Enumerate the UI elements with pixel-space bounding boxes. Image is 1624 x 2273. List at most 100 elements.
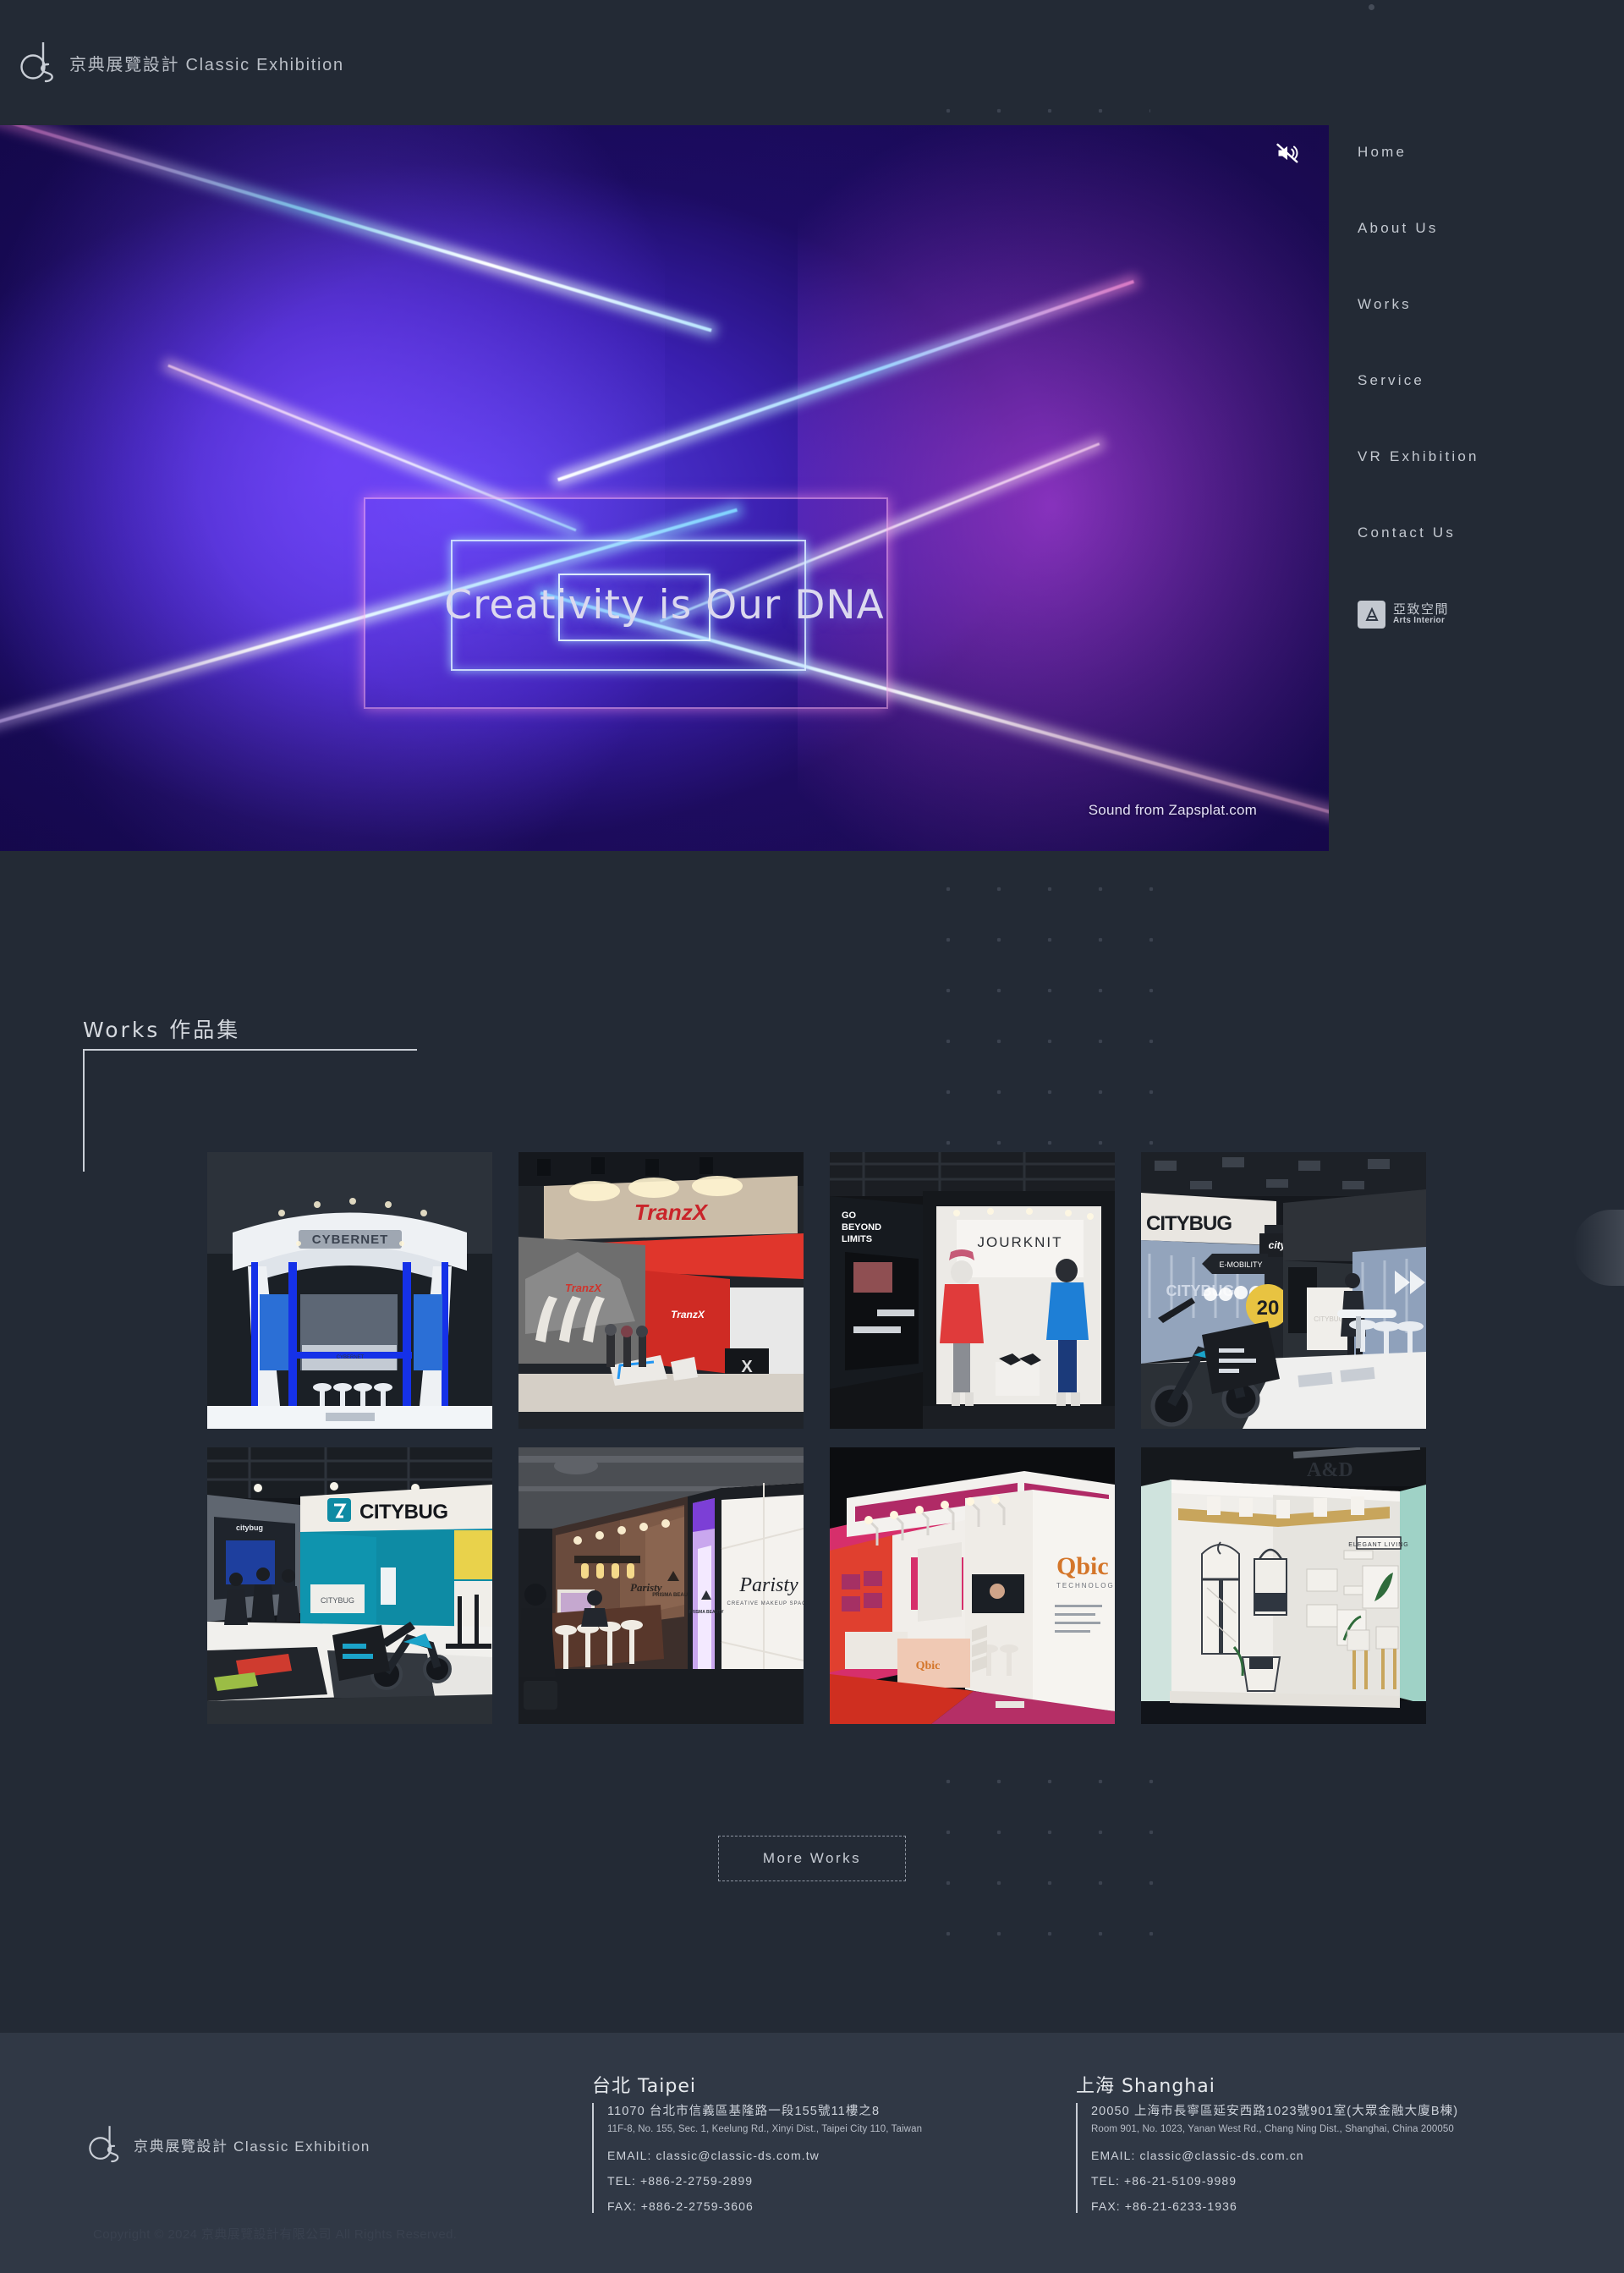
svg-text:X: X (741, 1358, 753, 1376)
work-thumbnail-go-beyond-limits: GO BEYOND LIMITS JOURKNIT (830, 1152, 1115, 1429)
office-shanghai-fax: FAX: +86-21-6233-1936 (1091, 2199, 1237, 2214)
svg-text:ELEGANT LIVING: ELEGANT LIVING (1348, 1542, 1408, 1548)
work-thumbnail-ad-elegant-living: A&D ELEGANT LIVING (1141, 1447, 1426, 1724)
office-shanghai: 上海 Shanghai 20050 上海市長寧區延安西路1023號901室(大眾… (1076, 2071, 1459, 2214)
hero-tagline: Creativity is Our DNA (444, 582, 885, 629)
partner-name-en: Arts Interior (1393, 616, 1446, 626)
nav-item-contact-us[interactable]: Contact Us (1358, 524, 1624, 541)
svg-text:TranzX: TranzX (634, 1200, 709, 1225)
nav-item-vr-exhibition[interactable]: VR Exhibition (1358, 448, 1624, 465)
hero-video-banner[interactable]: Creativity is Our DNA Sound from Zapspla… (0, 125, 1329, 851)
work-thumbnail-qbic-technology: Qbic TECHNOLOGY Qbic (830, 1447, 1115, 1724)
svg-text:E-MOBILITY: E-MOBILITY (1219, 1260, 1262, 1269)
hero-vignette (0, 125, 1329, 851)
copyright-text: Copyright © 2024 京典展覽設計有限公司 All Rights R… (93, 2227, 458, 2242)
svg-text:Qbic: Qbic (1056, 1552, 1109, 1580)
work-thumbnail-tranzx: TranzX TranzX TranzX X (518, 1152, 804, 1429)
scroll-indicator-dot (1369, 4, 1374, 10)
svg-text:CITYBUG: CITYBUG (321, 1596, 354, 1605)
svg-text:CREATIVE MAKEUP SPACE: CREATIVE MAKEUP SPACE (727, 1601, 804, 1606)
svg-text:PRISMA BEAUTY: PRISMA BEAUTY (689, 1610, 724, 1615)
works-rule-vertical (83, 1049, 85, 1172)
svg-text:20: 20 (1257, 1297, 1280, 1320)
floor-basket (1241, 1656, 1281, 1692)
more-works-button[interactable]: More Works (717, 1836, 907, 1881)
site-brand-text: 京典展覽設計 Classic Exhibition (69, 55, 344, 74)
office-shanghai-address-en: Room 901, No. 1023, Yanan West Rd., Chan… (1091, 2123, 1454, 2134)
svg-text:CITYBUG: CITYBUG (1146, 1212, 1232, 1235)
nav-item-about-us[interactable]: About Us (1358, 220, 1624, 237)
svg-text:Paristy: Paristy (738, 1574, 798, 1596)
office-taipei: 台北 Taipei 11070 台北市信義區基隆路一段155號11樓之8 11F… (592, 2071, 923, 2214)
footer-logo-link[interactable]: 京典展覽設計 Classic Exhibition (89, 2124, 370, 2165)
speaker-muted-icon[interactable] (1272, 138, 1303, 168)
office-shanghai-tel: TEL: +86-21-5109-9989 (1091, 2174, 1237, 2188)
works-grid: CYBERNET CYBERNET TranzX TranzX TranzX X… (207, 1152, 1426, 1724)
office-shanghai-name: 上海 Shanghai (1076, 2076, 1215, 2097)
works-rule-horizontal (83, 1049, 417, 1051)
works-section-title: Works 作品集 (83, 1018, 241, 1042)
wall-tote (1254, 1548, 1287, 1616)
work-card-ad-elegant-living[interactable]: A&D ELEGANT LIVING (1141, 1447, 1426, 1724)
nav-item-service[interactable]: Service (1358, 372, 1624, 389)
svg-text:TECHNOLOGY: TECHNOLOGY (1056, 1582, 1115, 1589)
svg-text:Qbic: Qbic (916, 1660, 941, 1672)
work-card-tranzx[interactable]: TranzX TranzX TranzX X (518, 1152, 804, 1429)
work-card-paristy[interactable]: Paristy PRISMA BEAUTY Paristy CREATIVE M… (518, 1447, 804, 1724)
office-shanghai-body: 20050 上海市長寧區延安西路1023號901室(大眾金融大廈B棟) Room… (1076, 2103, 1459, 2214)
partner-name-cn: 亞致空間 (1393, 602, 1450, 618)
svg-text:CYBERNET: CYBERNET (312, 1233, 389, 1247)
work-thumbnail-paristy: Paristy PRISMA BEAUTY Paristy CREATIVE M… (518, 1447, 804, 1724)
dot-grid-decoration-middle (918, 859, 1159, 1167)
office-taipei-fax: FAX: +886-2-2759-3606 (607, 2199, 754, 2214)
page-root: 京典展覽設計 Classic Exhibition Creativity is … (0, 0, 1624, 2273)
work-thumbnail-citybug-emobility: CITYBUG CITYBUG citybug E-MOBILITY (1141, 1152, 1426, 1429)
svg-text:CITYBUG: CITYBUG (359, 1501, 448, 1524)
arts-interior-glyph (1364, 607, 1379, 621)
svg-text:TranzX: TranzX (671, 1309, 705, 1320)
footer-brand-text: 京典展覽設計 Classic Exhibition (134, 2138, 370, 2155)
office-shanghai-email[interactable]: EMAIL: classic@classic-ds.com.cn (1091, 2149, 1458, 2162)
nav-item-home[interactable]: Home (1358, 144, 1624, 161)
office-taipei-address-en: 11F-8, No. 155, Sec. 1, Keelung Rd., Xin… (607, 2123, 923, 2134)
corner-glow-decoration (1573, 1210, 1624, 1286)
arts-interior-logo-icon (1358, 601, 1385, 629)
more-works-wrap: More Works (0, 1836, 1624, 1881)
work-card-cybernet[interactable]: CYBERNET CYBERNET (207, 1152, 492, 1429)
site-logo-link[interactable]: 京典展覽設計 Classic Exhibition (20, 41, 344, 85)
office-taipei-body: 11070 台北市信義區基隆路一段155號11樓之8 11F-8, No. 15… (592, 2103, 923, 2214)
work-card-qbic-technology[interactable]: Qbic TECHNOLOGY Qbic (830, 1447, 1115, 1724)
primary-navigation: Home About Us Works Service VR Exhibitio… (1358, 144, 1624, 629)
office-shanghai-address-cn: 20050 上海市長寧區延安西路1023號901室(大眾金融大廈B棟) (1091, 2105, 1459, 2118)
hero-background (0, 125, 1329, 851)
svg-text:GO: GO (842, 1211, 857, 1221)
work-card-citybug-emobility[interactable]: CITYBUG CITYBUG citybug E-MOBILITY (1141, 1152, 1426, 1429)
office-taipei-name: 台北 Taipei (592, 2076, 696, 2097)
office-taipei-tel: TEL: +886-2-2759-2899 (607, 2174, 754, 2188)
partner-link-arts-interior[interactable]: 亞致空間 Arts Interior (1358, 601, 1624, 629)
svg-text:BEYOND: BEYOND (842, 1222, 881, 1233)
wall-garment-bag (1201, 1541, 1240, 1655)
svg-text:citybug: citybug (236, 1524, 263, 1532)
nav-item-works[interactable]: Works (1358, 296, 1624, 313)
hero-sound-credit: Sound from Zapsplat.com (1088, 802, 1257, 818)
work-card-citybug-teal[interactable]: citybug CITYBUG CITYBUG (207, 1447, 492, 1724)
svg-text:A&D: A&D (1307, 1459, 1353, 1481)
svg-text:JOURKNIT: JOURKNIT (978, 1234, 1063, 1250)
work-thumbnail-cybernet: CYBERNET CYBERNET (207, 1152, 492, 1429)
work-thumbnail-citybug-teal: citybug CITYBUG CITYBUG (207, 1447, 492, 1724)
visitors (224, 1567, 300, 1625)
svg-text:Paristy: Paristy (630, 1581, 662, 1594)
svg-text:TranzX: TranzX (565, 1282, 602, 1294)
ds-monogram-logo-icon (20, 42, 53, 83)
partner-text: 亞致空間 Arts Interior (1393, 603, 1449, 625)
office-taipei-email[interactable]: EMAIL: classic@classic-ds.com.tw (607, 2149, 922, 2162)
works-heading-block: Works 作品集 (83, 1013, 417, 1172)
speaker-muted-glyph (1276, 143, 1298, 163)
work-card-go-beyond-limits[interactable]: GO BEYOND LIMITS JOURKNIT (830, 1152, 1115, 1429)
site-header: 京典展覽設計 Classic Exhibition (0, 0, 1624, 125)
office-taipei-address-cn: 11070 台北市信義區基隆路一段155號11樓之8 (607, 2105, 881, 2118)
ds-monogram-logo-icon-footer (89, 2126, 119, 2163)
svg-text:LIMITS: LIMITS (842, 1234, 872, 1244)
svg-text:CYBERNET: CYBERNET (337, 1355, 365, 1360)
